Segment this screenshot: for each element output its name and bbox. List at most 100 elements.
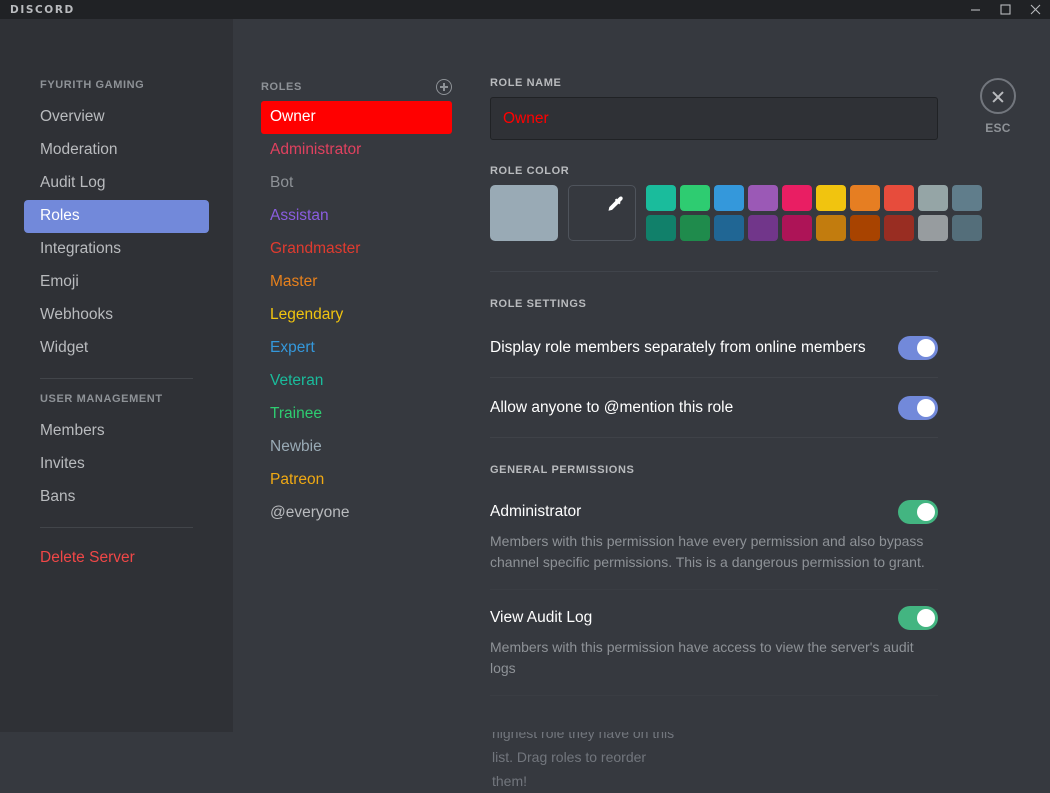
title-bar: DISCORD (0, 0, 1050, 19)
minimize-icon[interactable] (960, 0, 990, 19)
discord-wordmark: DISCORD (10, 3, 75, 16)
role-list-item[interactable]: Trainee (261, 398, 452, 431)
palette-swatch[interactable] (680, 215, 710, 241)
role-list-item[interactable]: Master (261, 266, 452, 299)
palette-swatch[interactable] (646, 185, 676, 211)
user-management-header: USER MANAGEMENT (40, 393, 163, 405)
eyedropper-icon (608, 196, 623, 211)
toggle-knob (917, 339, 935, 357)
toggle-knob (917, 609, 935, 627)
custom-color-picker[interactable] (568, 185, 636, 241)
roles-label: ROLES (261, 81, 302, 93)
toggle-switch[interactable] (898, 396, 938, 420)
palette-swatch[interactable] (850, 185, 880, 211)
role-list-item[interactable]: Owner (261, 101, 452, 134)
current-color-swatch[interactable] (490, 185, 558, 241)
close-icon[interactable] (1020, 0, 1050, 19)
permission-description: Members with this permission have every … (490, 533, 925, 570)
permission-block: Administrator Members with this permissio… (490, 484, 938, 589)
permission-divider (490, 695, 938, 696)
toggle-switch[interactable] (898, 500, 938, 524)
palette-swatch[interactable] (714, 215, 744, 241)
sidebar-user-list: Members Invites Bans (0, 415, 233, 514)
palette-swatch[interactable] (782, 215, 812, 241)
role-settings-list: Display role members separately from onl… (490, 318, 1050, 438)
sidebar-divider-1 (40, 378, 193, 379)
role-name-label: ROLE NAME (490, 77, 562, 89)
role-detail-panel: ROLE NAME ROLE COLOR ROLE SETTINGS Displ… (480, 19, 1050, 732)
sidebar-item-widget[interactable]: Widget (24, 332, 209, 365)
toggle-knob (917, 399, 935, 417)
palette-swatch[interactable] (918, 215, 948, 241)
role-settings-label: ROLE SETTINGS (490, 298, 587, 310)
palette-swatch[interactable] (714, 185, 744, 211)
sidebar-item-emoji[interactable]: Emoji (24, 266, 209, 299)
palette-swatch[interactable] (782, 185, 812, 211)
palette-swatch[interactable] (850, 215, 880, 241)
role-setting-label: Display role members separately from onl… (490, 339, 866, 356)
color-palette-grid (646, 185, 982, 241)
palette-swatch[interactable] (646, 215, 676, 241)
sidebar-item-webhooks[interactable]: Webhooks (24, 299, 209, 332)
color-swatch-row (490, 185, 1050, 241)
permission-title: View Audit Log (490, 609, 593, 626)
permission-header: Administrator (490, 500, 938, 524)
divider-after-color (490, 271, 938, 272)
palette-swatch[interactable] (680, 185, 710, 211)
window-controls (960, 0, 1050, 19)
permission-description: Members with this permission have access… (490, 639, 914, 676)
permission-title: Administrator (490, 503, 582, 520)
sidebar-item-delete-server[interactable]: Delete Server (24, 542, 209, 575)
role-list-item[interactable]: Newbie (261, 431, 452, 464)
sidebar-item-moderation[interactable]: Moderation (24, 134, 209, 167)
palette-swatch[interactable] (884, 185, 914, 211)
role-setting-row: Display role members separately from onl… (490, 318, 938, 377)
sidebar-divider-2 (40, 527, 193, 528)
role-list-item[interactable]: Assistan (261, 200, 452, 233)
close-settings-button[interactable]: ESC (968, 78, 1028, 135)
esc-label: ESC (985, 121, 1011, 135)
role-list-item[interactable]: Expert (261, 332, 452, 365)
role-color-label: ROLE COLOR (490, 165, 570, 177)
sidebar-item-overview[interactable]: Overview (24, 101, 209, 134)
role-list-item[interactable]: Veteran (261, 365, 452, 398)
sidebar-item-invites[interactable]: Invites (24, 448, 209, 481)
toggle-switch[interactable] (898, 606, 938, 630)
toggle-switch[interactable] (898, 336, 938, 360)
role-list-item[interactable]: Bot (261, 167, 452, 200)
sidebar-item-roles[interactable]: Roles (24, 200, 209, 233)
role-list-item[interactable]: Grandmaster (261, 233, 452, 266)
palette-swatch[interactable] (884, 215, 914, 241)
role-list: Owner Administrator Bot Assistan Grandmaster… (233, 101, 480, 530)
server-name-header: FYURITH GAMING (40, 79, 145, 91)
toggle-knob (917, 503, 935, 521)
palette-swatch[interactable] (816, 215, 846, 241)
palette-swatch[interactable] (816, 185, 846, 211)
sidebar-item-bans[interactable]: Bans (24, 481, 209, 514)
permission-block: View Audit Log Members with this permissi… (490, 590, 938, 695)
maximize-icon[interactable] (990, 0, 1020, 19)
settings-sidebar: FYURITH GAMING Overview Moderation Audit L… (0, 19, 233, 732)
palette-swatch[interactable] (952, 215, 982, 241)
role-setting-row: Allow anyone to @mention this role (490, 378, 938, 437)
sidebar-item-audit-log[interactable]: Audit Log (24, 167, 209, 200)
permission-header: View Audit Log (490, 606, 938, 630)
palette-swatch[interactable] (918, 185, 948, 211)
role-list-item[interactable]: @everyone (261, 497, 452, 530)
sidebar-nav-list: Overview Moderation Audit Log Roles Integrat… (0, 101, 233, 365)
role-list-item[interactable]: Patreon (261, 464, 452, 497)
palette-swatch[interactable] (952, 185, 982, 211)
role-list-item[interactable]: Administrator (261, 134, 452, 167)
palette-swatch[interactable] (748, 185, 778, 211)
roles-column: ROLES Owner Administrator Bot Assistan Grand… (233, 19, 674, 789)
roles-column-header: ROLES (261, 79, 452, 95)
sidebar-item-integrations[interactable]: Integrations (24, 233, 209, 266)
role-color-section: ROLE COLOR (490, 165, 1050, 241)
role-name-input[interactable] (490, 97, 938, 140)
general-permissions-label: GENERAL PERMISSIONS (490, 464, 635, 476)
role-list-item[interactable]: Legendary (261, 299, 452, 332)
plus-circle-icon[interactable] (436, 79, 452, 95)
setting-divider (490, 437, 938, 438)
palette-swatch[interactable] (748, 215, 778, 241)
sidebar-item-members[interactable]: Members (24, 415, 209, 448)
